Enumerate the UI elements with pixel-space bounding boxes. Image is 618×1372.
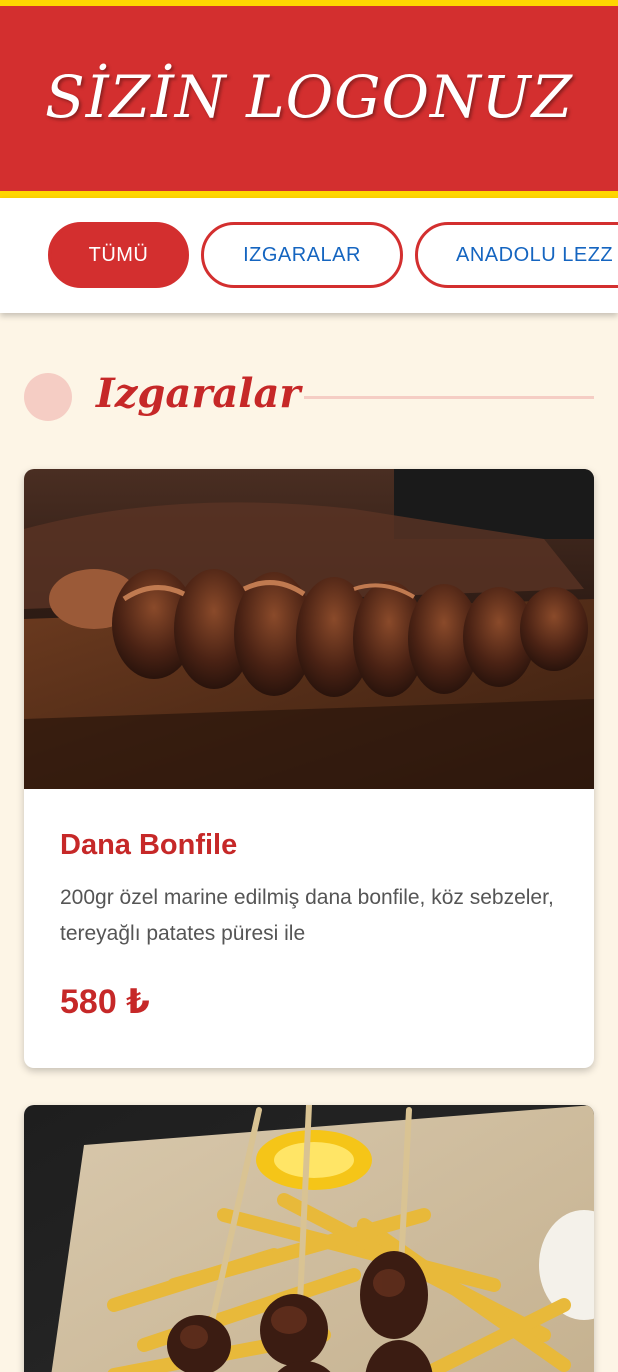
category-nav[interactable]: TÜMÜ IZGARALAR ANADOLU LEZZ xyxy=(0,198,618,313)
tab-izgaralar[interactable]: IZGARALAR xyxy=(201,222,403,288)
dish-description: 200gr özel marine edilmiş dana bonfile, … xyxy=(60,886,554,945)
grilled-steak-photo xyxy=(24,469,594,789)
site-logo[interactable]: SİZİN LOGONUZ xyxy=(45,63,573,131)
tab-anadolu-lezzetleri[interactable]: ANADOLU LEZZ xyxy=(415,222,618,288)
menu-item-body: Dana Bonfile 200gr özel marine edilmiş d… xyxy=(24,789,594,1068)
section-divider xyxy=(304,396,594,399)
menu-item-card[interactable]: Dana Bonfile 200gr özel marine edilmiş d… xyxy=(24,469,594,1068)
site-header: SİZİN LOGONUZ xyxy=(0,0,618,198)
section-title: Izgaralar xyxy=(96,370,301,417)
tab-tumu[interactable]: TÜMÜ xyxy=(48,222,189,288)
dish-name: Dana Bonfile xyxy=(60,829,238,861)
dish-price: 580 ₺ xyxy=(60,983,150,1021)
section-dot-icon xyxy=(24,373,72,421)
skewers-with-fries-photo xyxy=(24,1105,594,1372)
section-header: Izgaralar xyxy=(24,370,594,430)
menu-item-card[interactable] xyxy=(24,1105,594,1372)
